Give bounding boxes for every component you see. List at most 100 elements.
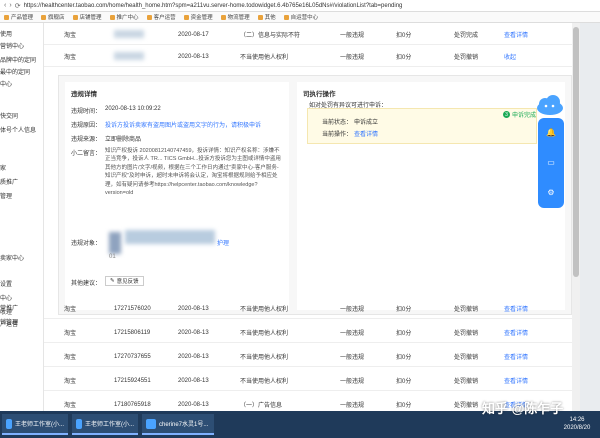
date-cell: 2020-08-17 [178, 31, 209, 38]
app-icon [146, 418, 156, 429]
level-cell: 一般违规 [340, 403, 365, 409]
bookmarks-bar: 产品管理 旗舰店 店铺管理 推广中心 客户运营 资金管理 物流管理 其他 自运营… [0, 12, 600, 23]
system-clock[interactable]: 14:26 2020/8/20 [556, 416, 598, 432]
level-cell: 一般违规 [340, 307, 365, 313]
folder-icon [146, 14, 152, 20]
message-icon[interactable]: ▭ [546, 158, 556, 168]
reason-cell: 不当使用他人权利 [240, 55, 289, 61]
id-cell: 17270737655 [114, 353, 151, 360]
reason-cell: 不当使用他人权利 [240, 355, 289, 361]
detail-card: 违规详情 违规时间： 2020-08-13 10:09:22 违规原因： 投诉方… [65, 82, 289, 310]
back-icon[interactable]: ‹ [4, 2, 6, 9]
bookmark-item[interactable]: 旗舰店 [41, 13, 65, 21]
points-cell: 扣0分 [396, 379, 412, 385]
status-cell: 处罚撤销 [454, 55, 479, 61]
sidebar-item[interactable]: 最中的定同 [0, 67, 30, 76]
sidebar-item[interactable]: 质推广 [0, 177, 18, 186]
source-value: 立即删除商品 [105, 137, 142, 143]
sidebar-item[interactable]: 设置 [0, 279, 12, 288]
refresh-icon[interactable]: ⟳ [15, 2, 21, 10]
source-label: 违规来源： [71, 137, 102, 143]
shop-cell: 淘宝 [64, 331, 77, 337]
app-icon [6, 418, 12, 429]
sidebar-item[interactable]: 营推广 [0, 303, 18, 312]
reason-cell: 不当使用他人权利 [240, 331, 289, 337]
url-text[interactable]: https://healthcenter.taobao.com/home/hea… [24, 3, 403, 9]
sidebar-item[interactable]: 销管理 [0, 317, 18, 326]
sidebar-item[interactable]: 营销中心 [0, 41, 24, 50]
cloud-icon[interactable] [536, 94, 564, 116]
clock-date: 2020/8/20 [563, 425, 591, 431]
view-detail-link[interactable]: 查看详情 [504, 328, 528, 337]
sidebar-item[interactable]: 中心 [0, 79, 12, 88]
table-row: 淘宝 2020-08-17 （二）信息与实际不符 一般违规 扣0分 处罚完成 查… [44, 25, 572, 45]
level-cell: 一般违规 [340, 331, 365, 337]
sidebar-item[interactable]: 体号个人信息 [0, 125, 36, 134]
date-cell: 2020-08-13 [178, 305, 209, 312]
folder-icon [72, 14, 78, 20]
sidebar-item[interactable]: 家 [0, 163, 6, 172]
taskbar-task[interactable]: 王老师工作室(小... [2, 414, 68, 435]
shop-cell: 淘宝 [64, 307, 77, 313]
execution-title: 司执行操作 [303, 91, 336, 98]
taskbar-task[interactable]: cherine7水灵1号... [142, 414, 214, 435]
id-cell: 17271576020 [114, 305, 151, 312]
reason-value: 投诉方投诉卖家有盗用图片或盗用文字的行为，请积极申诉 [105, 123, 262, 129]
view-detail-link[interactable]: 查看详情 [504, 304, 528, 313]
level-cell: 一般违规 [340, 55, 365, 61]
view-detail-link[interactable]: 查看详情 [504, 30, 528, 39]
points-cell: 扣0分 [396, 33, 412, 39]
date-cell: 2020-08-13 [178, 329, 209, 336]
sidebar-item[interactable]: 品牌中的定同 [0, 55, 36, 64]
date-cell: 2020-08-13 [178, 53, 209, 60]
operation-link[interactable]: 查看详情 [354, 129, 378, 138]
bookmark-item[interactable]: 物流管理 [220, 13, 250, 21]
table-row: 淘宝 17270737655 2020-08-13 不当使用他人权利 一般违规 … [44, 347, 572, 367]
sidebar-item[interactable]: 管理 [0, 191, 12, 200]
folder-icon [220, 14, 226, 20]
vertical-scrollbar[interactable] [572, 23, 580, 411]
bookmark-item[interactable]: 资金管理 [183, 13, 213, 21]
watermark: 知乎 @陈乍子 [482, 401, 564, 416]
scrollbar-thumb[interactable] [573, 27, 579, 277]
feedback-button[interactable]: ✎ 意见反馈 [105, 276, 144, 286]
points-cell: 扣0分 [396, 355, 412, 361]
bookmark-item[interactable]: 自运营中心 [283, 13, 318, 21]
points-cell: 扣0分 [396, 55, 412, 61]
bookmark-item[interactable]: 其他 [257, 13, 276, 21]
date-cell: 2020-08-13 [178, 377, 209, 384]
shop-cell: 淘宝 [64, 55, 77, 61]
reason-cell: 不当使用他人权利 [240, 379, 289, 385]
bookmark-item[interactable]: 客户运营 [146, 13, 176, 21]
forward-icon[interactable]: › [9, 2, 11, 9]
points-cell: 扣0分 [396, 403, 412, 409]
bell-icon[interactable]: 🔔 [546, 128, 556, 138]
view-detail-link[interactable]: 查看详情 [504, 352, 528, 361]
view-detail-link[interactable]: 查看详情 [504, 376, 528, 385]
bookmark-item[interactable]: 店铺管理 [72, 13, 102, 21]
sidebar-item[interactable]: 快交同 [0, 111, 18, 120]
message-text: 知识产权投诉 20200812140747459，投诉详情：知识产权名称：涉嫌不… [105, 148, 281, 197]
status-cell: 处罚撤销 [454, 331, 479, 337]
sidebar-item[interactable]: 卖家中心 [0, 253, 24, 262]
reason-cell: （二）信息与实际不符 [240, 33, 301, 39]
target-link[interactable]: 护理 [217, 238, 229, 247]
collapse-link[interactable]: 收起 [504, 52, 516, 61]
app-icon [76, 418, 82, 429]
id-cell: 17215924551 [114, 377, 151, 384]
status-cell: 处罚撤销 [454, 355, 479, 361]
table-row: 淘宝 17271576020 2020-08-13 不当使用他人权利 一般违规 … [44, 299, 572, 319]
floating-tools: 🔔 ▭ ⚙ [538, 118, 564, 208]
tool-icon[interactable]: ⚙ [546, 188, 556, 198]
taskbar-task[interactable]: 王老师工作室(小... [72, 414, 138, 435]
sidebar-item[interactable]: 中心 [0, 293, 12, 302]
address-bar[interactable]: ‹ › ⟳ https://healthcenter.taobao.com/ho… [0, 0, 600, 12]
bookmark-item[interactable]: 产品管理 [4, 13, 33, 21]
sidebar-item[interactable]: 使用 [0, 29, 12, 38]
target-label: 违规对象： [71, 241, 102, 247]
bookmark-item[interactable]: 推广中心 [109, 13, 139, 21]
id-cell: 17215806119 [114, 329, 151, 336]
suggestion-label: 其他建议： [71, 281, 102, 287]
blurred-id [114, 52, 144, 60]
time-label: 违规时间： [71, 109, 102, 115]
